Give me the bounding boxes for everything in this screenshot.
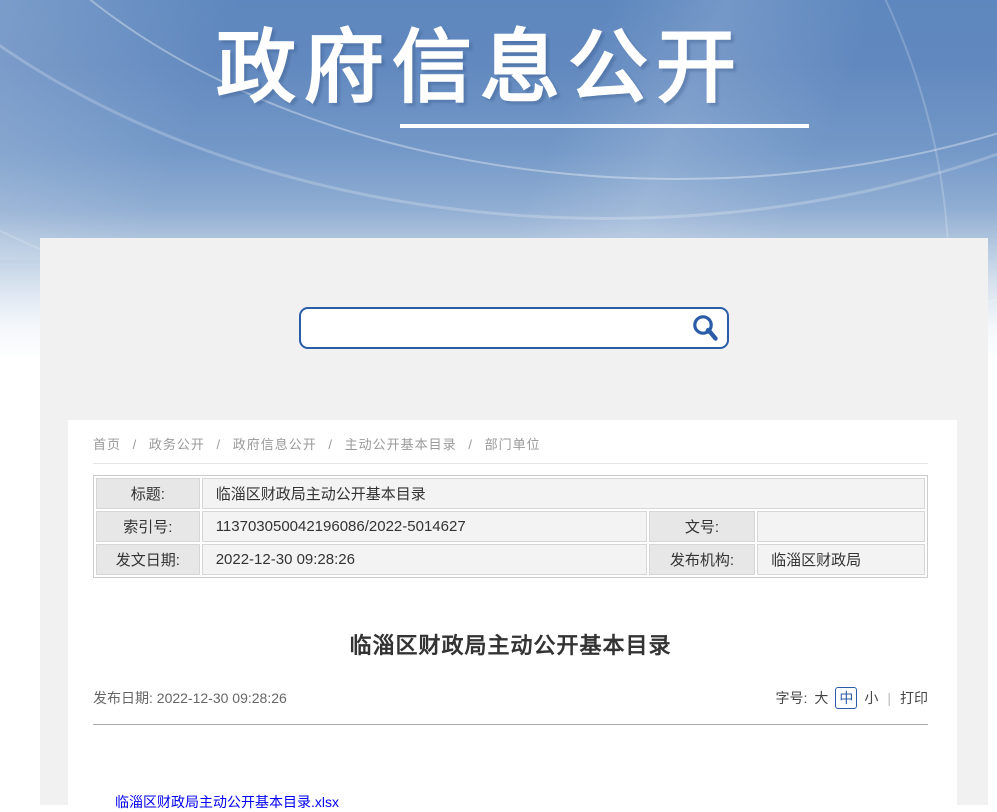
meta-value-doc-number bbox=[757, 511, 925, 542]
breadcrumb-separator: / bbox=[133, 437, 138, 452]
meta-value-issue-date: 2022-12-30 09:28:26 bbox=[202, 544, 647, 575]
fontsize-control: 字号: 大 中 小 | 打印 bbox=[775, 687, 928, 709]
breadcrumb: 首页 / 政务公开 / 政府信息公开 / 主动公开基本目录 / 部门单位 bbox=[93, 434, 928, 453]
page: { "banner": { "title": "政府信息公开" }, "sear… bbox=[0, 0, 997, 805]
publish-date-value: 2022-12-30 09:28:26 bbox=[157, 690, 287, 706]
breadcrumb-item-department[interactable]: 部门单位 bbox=[485, 437, 541, 452]
breadcrumb-item-info-disclosure[interactable]: 政府信息公开 bbox=[233, 437, 317, 452]
fontsize-medium-button[interactable]: 中 bbox=[835, 687, 857, 709]
attachment-row: 临淄区财政局主动公开基本目录.xlsx bbox=[93, 792, 928, 812]
breadcrumb-item-zhengwu[interactable]: 政务公开 bbox=[149, 437, 205, 452]
breadcrumb-separator: / bbox=[468, 437, 473, 452]
article-meta-row: 发布日期: 2022-12-30 09:28:26 字号: 大 中 小 | 打印 bbox=[93, 687, 928, 709]
breadcrumb-item-home[interactable]: 首页 bbox=[93, 437, 121, 452]
banner-title: 政府信息公开 bbox=[0, 26, 960, 110]
meta-row-title: 标题: 临淄区财政局主动公开基本目录 bbox=[96, 478, 925, 509]
meta-row-date: 发文日期: 2022-12-30 09:28:26 发布机构: 临淄区财政局 bbox=[96, 544, 925, 575]
meta-label-index-number: 索引号: bbox=[96, 511, 200, 542]
meta-table: 标题: 临淄区财政局主动公开基本目录 索引号: 1137030500421960… bbox=[93, 475, 928, 578]
banner-title-underline bbox=[400, 124, 809, 128]
breadcrumb-separator: / bbox=[328, 437, 333, 452]
breadcrumb-item-catalog[interactable]: 主动公开基本目录 bbox=[345, 437, 457, 452]
content-panel: 首页 / 政务公开 / 政府信息公开 / 主动公开基本目录 / 部门单位 标题:… bbox=[40, 238, 988, 805]
meta-label-doc-number: 文号: bbox=[649, 511, 755, 542]
meta-label-title: 标题: bbox=[96, 478, 200, 509]
publish-date: 发布日期: 2022-12-30 09:28:26 bbox=[93, 688, 287, 708]
meta-row-index: 索引号: 113703050042196086/2022-5014627 文号: bbox=[96, 511, 925, 542]
article-title: 临淄区财政局主动公开基本目录 bbox=[93, 628, 928, 660]
publish-date-label: 发布日期: bbox=[93, 690, 153, 706]
search-bar bbox=[299, 307, 729, 349]
search-button[interactable] bbox=[689, 313, 721, 345]
fontsize-small-button[interactable]: 小 bbox=[864, 688, 878, 708]
search-icon bbox=[690, 331, 720, 346]
meta-value-issuing-agency: 临淄区财政局 bbox=[757, 544, 925, 575]
meta-label-issue-date: 发文日期: bbox=[96, 544, 200, 575]
attachment-link[interactable]: 临淄区财政局主动公开基本目录.xlsx bbox=[115, 794, 339, 810]
breadcrumb-divider bbox=[93, 463, 928, 464]
search-input[interactable] bbox=[299, 307, 729, 349]
fontsize-large-button[interactable]: 大 bbox=[814, 688, 828, 708]
fontsize-print-separator: | bbox=[887, 690, 891, 706]
meta-value-title: 临淄区财政局主动公开基本目录 bbox=[202, 478, 925, 509]
article-divider bbox=[93, 724, 928, 725]
breadcrumb-separator: / bbox=[217, 437, 222, 452]
fontsize-label: 字号: bbox=[775, 688, 807, 708]
meta-label-issuing-agency: 发布机构: bbox=[649, 544, 755, 575]
print-button[interactable]: 打印 bbox=[900, 688, 928, 708]
meta-value-index-number: 113703050042196086/2022-5014627 bbox=[202, 511, 647, 542]
content-card: 首页 / 政务公开 / 政府信息公开 / 主动公开基本目录 / 部门单位 标题:… bbox=[68, 420, 957, 805]
